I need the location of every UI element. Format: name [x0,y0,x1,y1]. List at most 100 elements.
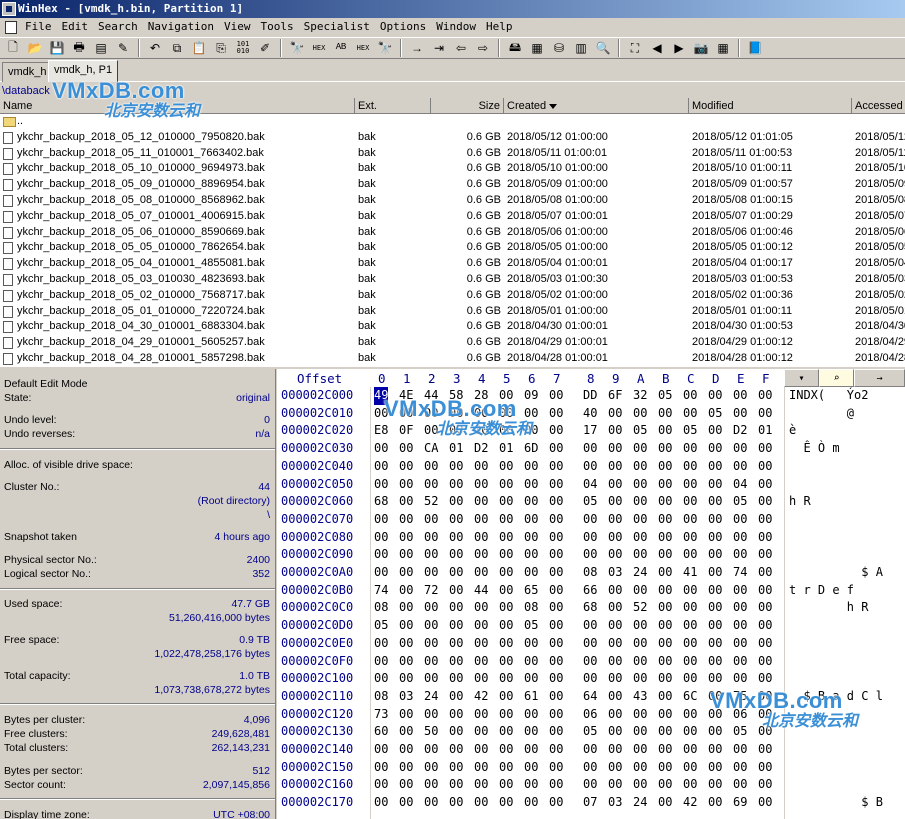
hex-byte[interactable]: 00 [449,741,463,759]
hex-row[interactable]: 000002C010 00 00 00 00 00 00 00 00 40 00 00 00 00 05 00… [277,405,905,423]
hex-byte[interactable]: 00 [708,741,722,759]
hex-byte[interactable]: 00 [633,511,647,529]
ascii-text[interactable]: t r D e f [789,582,854,600]
magnifier-icon[interactable]: 🔍 [592,38,614,58]
hex-byte[interactable]: 00 [658,582,672,600]
file-row[interactable]: ykchr_backup_2018_05_01_010000_7220724.b… [0,304,905,320]
hex-byte[interactable]: 00 [758,582,772,600]
hex-byte[interactable]: 00 [758,688,772,706]
hex-byte[interactable]: 00 [399,599,413,617]
hex-byte[interactable]: 00 [608,776,622,794]
hex-byte[interactable]: 00 [683,617,697,635]
hex-byte[interactable]: 00 [608,617,622,635]
hex-byte[interactable]: 00 [708,706,722,724]
hex-byte[interactable]: 00 [524,723,538,741]
menu-search[interactable]: Search [93,18,143,36]
hex-byte[interactable]: 00 [658,440,672,458]
hex-row[interactable]: 000002C050 00 00 00 00 00 00 00 00 04 00 00 00 00 00 04… [277,476,905,494]
hex-byte[interactable]: 00 [399,440,413,458]
snapshot-icon[interactable]: ⛶ [624,38,646,58]
hex-byte[interactable]: 00 [399,582,413,600]
hex-byte[interactable]: 00 [708,688,722,706]
hex-byte[interactable]: 00 [583,776,597,794]
hex-byte[interactable]: 00 [683,529,697,547]
hex-byte[interactable]: 00 [499,741,513,759]
hex-byte[interactable]: 00 [658,706,672,724]
hex-byte[interactable]: 00 [658,794,672,812]
hex-byte[interactable]: 6D [524,440,538,458]
hex-byte[interactable]: 00 [658,617,672,635]
hex-byte[interactable]: 00 [399,776,413,794]
hex-byte[interactable]: 00 [549,653,563,671]
hex-byte[interactable]: 00 [499,564,513,582]
new-file-icon[interactable]: 🗋 [2,38,24,58]
hex-byte[interactable]: 65 [524,582,538,600]
hex-byte[interactable]: 00 [583,546,597,564]
menu-specialist[interactable]: Specialist [299,18,375,36]
hex-byte[interactable]: 00 [424,635,438,653]
hex-byte[interactable]: 00 [374,794,388,812]
hex-byte[interactable]: 58 [449,387,463,405]
hex-byte[interactable]: 00 [708,440,722,458]
hex-byte[interactable]: 06 [733,706,747,724]
ascii-text[interactable]: INDX( Ýo2 [789,387,868,405]
hex-byte[interactable]: 68 [374,493,388,511]
hex-byte[interactable]: 00 [424,670,438,688]
hex-byte[interactable]: 00 [608,493,622,511]
hex-byte[interactable]: 00 [449,564,463,582]
previous-icon[interactable]: ◀ [646,38,668,58]
hex-byte[interactable]: 00 [708,564,722,582]
drive-icon[interactable]: ⛁ [548,38,570,58]
hex-byte[interactable]: 00 [449,759,463,777]
hex-byte[interactable]: 00 [583,440,597,458]
hex-byte[interactable]: 00 [683,476,697,494]
menu-edit[interactable]: Edit [57,18,94,36]
hex-byte[interactable]: 00 [474,635,488,653]
hex-byte[interactable]: 00 [758,564,772,582]
hex-byte[interactable]: 00 [399,741,413,759]
hex-byte[interactable]: 00 [608,546,622,564]
hex-byte[interactable]: 00 [683,458,697,476]
hex-byte[interactable]: 03 [608,794,622,812]
hex-byte[interactable]: 00 [733,617,747,635]
hex-byte[interactable]: 00 [474,759,488,777]
hex-byte[interactable]: 00 [633,670,647,688]
hex-byte[interactable]: 00 [474,422,488,440]
hex-byte[interactable]: 00 [733,670,747,688]
hex-byte[interactable]: 00 [758,599,772,617]
tab-vmdk-h-p1[interactable]: vmdk_h, P1 [48,60,119,82]
hex-byte[interactable]: 00 [658,776,672,794]
template-icon[interactable]: ⌕ [819,369,854,387]
file-row[interactable]: ykchr_backup_2018_04_30_010001_6883304.b… [0,319,905,335]
hex-byte[interactable]: 00 [374,564,388,582]
hex-byte[interactable]: 00 [758,546,772,564]
hex-byte[interactable]: 09 [524,387,538,405]
document-menu-icon[interactable] [2,18,20,36]
hex-byte[interactable]: 00 [683,670,697,688]
file-list[interactable]: .. ykchr_backup_2018_05_12_010000_7950820… [0,114,905,367]
menu-help[interactable]: Help [481,18,518,36]
calculator-icon[interactable]: ▥ [570,38,592,58]
goto-sector-icon[interactable]: ⇥ [428,38,450,58]
hex-byte[interactable]: 00 [608,511,622,529]
hex-row[interactable]: 000002C0D0 05 00 00 00 00 00 05 00 00 00 00 00 00 00 00… [277,617,905,635]
hex-byte[interactable]: 00 [449,723,463,741]
find-text-icon[interactable]: 🔭 [286,38,308,58]
hex-byte[interactable]: 00 [524,759,538,777]
hex-byte[interactable]: 00 [633,723,647,741]
hex-byte[interactable]: 00 [658,511,672,529]
hex-byte[interactable]: 00 [524,529,538,547]
hex-byte[interactable]: 00 [708,582,722,600]
hex-byte[interactable]: 00 [658,546,672,564]
hex-byte[interactable]: 00 [474,564,488,582]
ascii-text[interactable]: h R [789,599,869,617]
ascii-text[interactable]: $ B [789,794,883,812]
hex-byte[interactable]: 00 [633,405,647,423]
hex-byte[interactable]: 00 [658,458,672,476]
hex-byte[interactable]: 03 [399,688,413,706]
hex-byte[interactable]: 00 [549,493,563,511]
hex-byte[interactable]: 04 [583,476,597,494]
hex-byte[interactable]: 00 [374,511,388,529]
hex-byte[interactable]: 40 [583,405,597,423]
hex-byte[interactable]: 01 [758,422,772,440]
